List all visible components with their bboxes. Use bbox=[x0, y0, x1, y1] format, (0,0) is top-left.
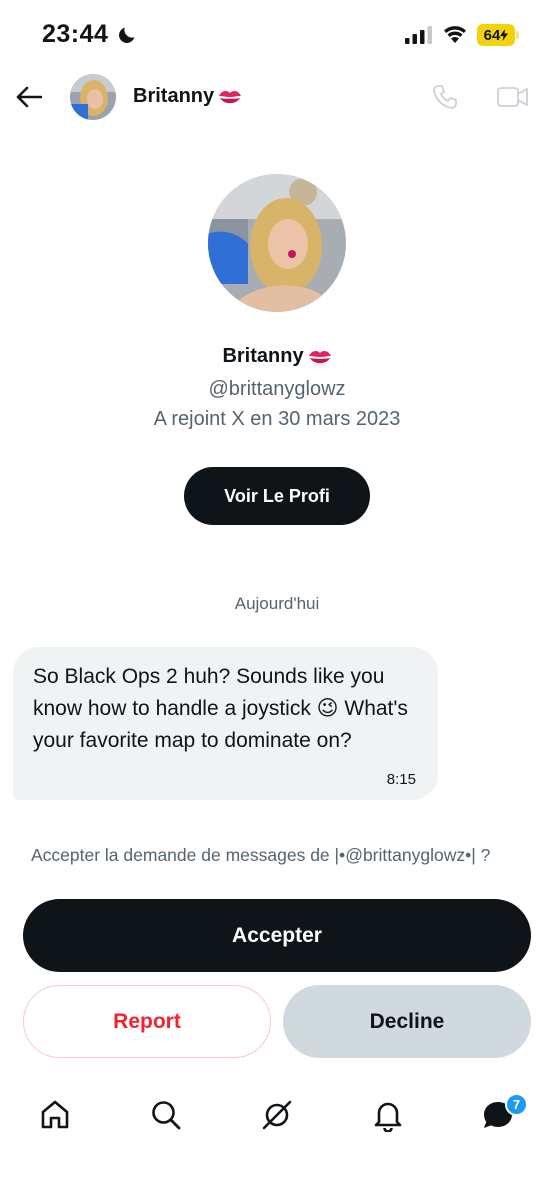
back-button[interactable] bbox=[12, 80, 46, 114]
search-icon bbox=[152, 1101, 181, 1130]
charging-bolt-icon bbox=[500, 29, 509, 41]
profile-handle: @brittanyglowz bbox=[208, 378, 346, 400]
battery-level: 64 bbox=[483, 26, 501, 44]
profile-name-text: Britanny bbox=[222, 345, 304, 367]
back-arrow-icon bbox=[16, 86, 42, 108]
accept-button[interactable]: Accepter bbox=[23, 899, 531, 972]
tab-notifications[interactable] bbox=[368, 1095, 408, 1135]
kiss-mark-icon bbox=[219, 90, 242, 103]
bell-icon bbox=[374, 1102, 402, 1132]
battery-tip bbox=[516, 31, 519, 39]
status-time: 23:44 bbox=[42, 20, 109, 48]
moon-icon bbox=[119, 27, 135, 43]
profile-joined-date: A rejoint X en 30 mars 2023 bbox=[153, 408, 401, 430]
video-camera-icon[interactable] bbox=[496, 82, 530, 112]
date-separator: Aujourd'hui bbox=[234, 594, 320, 613]
message-text: So Black Ops 2 huh? Sounds like you know… bbox=[33, 665, 408, 752]
wifi-icon bbox=[444, 26, 466, 43]
view-profile-button[interactable]: Voir Le Profi bbox=[184, 467, 370, 525]
avatar-image bbox=[70, 74, 116, 120]
tab-grok[interactable] bbox=[257, 1095, 297, 1135]
message-request-prompt: Accepter la demande de messages de |•@br… bbox=[31, 845, 491, 865]
tab-home[interactable] bbox=[35, 1095, 75, 1135]
tab-search[interactable] bbox=[146, 1095, 186, 1135]
message-bubble[interactable]: So Black Ops 2 huh? Sounds like you know… bbox=[13, 647, 438, 800]
signal-icon bbox=[405, 26, 432, 44]
profile-avatar[interactable] bbox=[208, 174, 346, 312]
profile-name: Britanny bbox=[0, 345, 554, 368]
kiss-mark-icon bbox=[308, 350, 331, 363]
home-icon bbox=[41, 1100, 69, 1129]
conversation-header: Britanny bbox=[0, 72, 554, 124]
message-timestamp: 8:15 bbox=[386, 771, 416, 788]
header-name-text: Britanny bbox=[133, 85, 215, 107]
header-avatar[interactable] bbox=[70, 74, 116, 120]
phone-icon[interactable] bbox=[430, 82, 460, 112]
header-name[interactable]: Britanny bbox=[133, 85, 242, 108]
messages-badge: 7 bbox=[505, 1093, 528, 1116]
decline-button[interactable]: Decline bbox=[283, 985, 531, 1058]
battery-indicator: 64 bbox=[477, 24, 515, 46]
profile-avatar-image bbox=[208, 174, 346, 312]
bottom-tab-bar bbox=[0, 1085, 554, 1145]
grok-icon bbox=[262, 1100, 292, 1130]
report-button[interactable]: Report bbox=[23, 985, 271, 1058]
status-bar: 23:44 64 bbox=[0, 0, 554, 72]
